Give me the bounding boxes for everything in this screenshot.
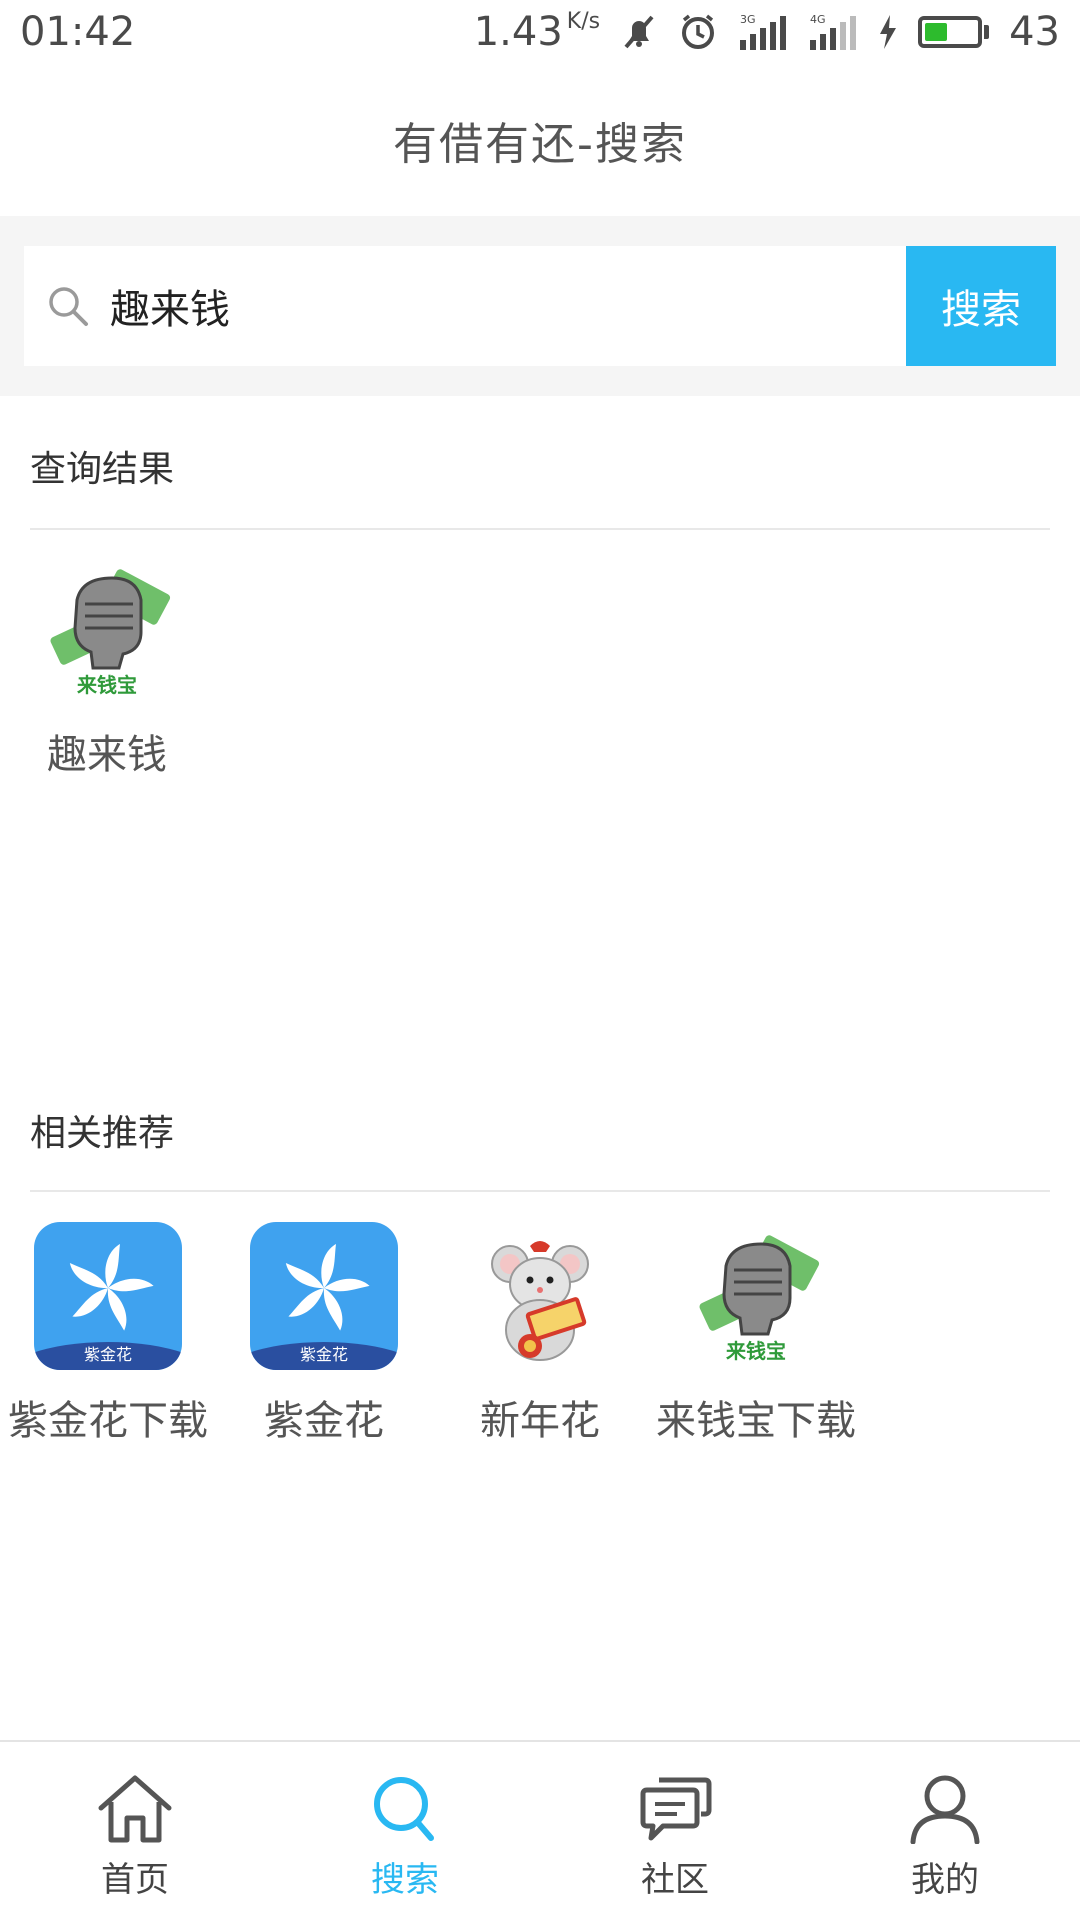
page-title: 有借有还-搜索 (393, 119, 687, 170)
chat-icon (635, 1772, 715, 1848)
recommend-item-name: 来钱宝下载 (656, 1398, 856, 1444)
home-icon (95, 1772, 175, 1848)
recommend-item[interactable]: 新年花 (432, 1222, 648, 1446)
signal-4g-icon: 4G (808, 12, 858, 52)
recommend-item[interactable]: 紫金花 紫金花下载 (0, 1222, 216, 1446)
bauhinia-icon: 紫金花 (250, 1222, 398, 1370)
bauhinia-icon: 紫金花 (34, 1222, 182, 1370)
results-title: 查询结果 (30, 449, 175, 490)
status-bar: 01:42 1.43 K/s 3G 4G 43 (0, 0, 1080, 64)
nav-item-home[interactable]: 首页 (0, 1742, 270, 1920)
status-time: 01:42 (20, 9, 136, 55)
result-item-name: 趣来钱 (47, 732, 167, 778)
battery-percent: 43 (1009, 9, 1060, 55)
svg-text:来钱宝: 来钱宝 (76, 673, 137, 697)
search-input[interactable] (110, 246, 870, 366)
search-box[interactable] (24, 246, 906, 366)
alarm-icon (678, 12, 718, 52)
recommend-item[interactable]: 紫金花 紫金花 (216, 1222, 432, 1446)
new-year-mouse-icon (466, 1222, 614, 1370)
battery-fill (925, 23, 947, 41)
nav-label: 社区 (641, 1859, 709, 1900)
bottom-nav: 首页 搜索 社区 我的 (0, 1740, 1080, 1920)
nav-label: 我的 (911, 1859, 979, 1900)
result-item[interactable]: 来钱宝 趣来钱 (32, 556, 182, 780)
search-button[interactable]: 搜索 (906, 246, 1056, 366)
nav-label: 首页 (101, 1859, 169, 1900)
search-icon (46, 284, 90, 328)
svg-text:紫金花: 紫金花 (300, 1345, 348, 1364)
user-icon (905, 1772, 985, 1848)
fist-money-icon: 来钱宝 (33, 556, 181, 704)
nav-item-community[interactable]: 社区 (540, 1742, 810, 1920)
fist-money-icon: 来钱宝 (682, 1222, 830, 1370)
header: 有借有还-搜索 (0, 64, 1080, 216)
search-area: 搜索 (0, 216, 1080, 396)
recommend-title: 相关推荐 (30, 1113, 175, 1154)
recommend-item-name: 紫金花下载 (8, 1398, 208, 1444)
results-divider (30, 528, 1050, 530)
recommend-item-name: 新年花 (480, 1398, 600, 1444)
svg-text:3G: 3G (740, 13, 756, 26)
recommend-divider (30, 1190, 1050, 1192)
search-icon (365, 1772, 445, 1848)
signal-3g-icon: 3G (738, 12, 788, 52)
network-speed: 1.43 K/s (473, 9, 601, 55)
battery-icon (918, 16, 990, 48)
svg-text:来钱宝: 来钱宝 (725, 1339, 786, 1363)
recommend-item-name: 紫金花 (264, 1398, 384, 1444)
svg-text:紫金花: 紫金花 (84, 1345, 132, 1364)
nav-item-search[interactable]: 搜索 (270, 1742, 540, 1920)
status-indicators: 1.43 K/s 3G 4G 43 (474, 9, 1060, 55)
nav-label: 搜索 (371, 1859, 439, 1900)
charging-icon (878, 15, 898, 49)
nav-item-mine[interactable]: 我的 (810, 1742, 1080, 1920)
mute-bell-icon (620, 13, 658, 51)
svg-text:4G: 4G (810, 13, 826, 26)
recommend-item[interactable]: 来钱宝 来钱宝下载 (648, 1222, 864, 1446)
